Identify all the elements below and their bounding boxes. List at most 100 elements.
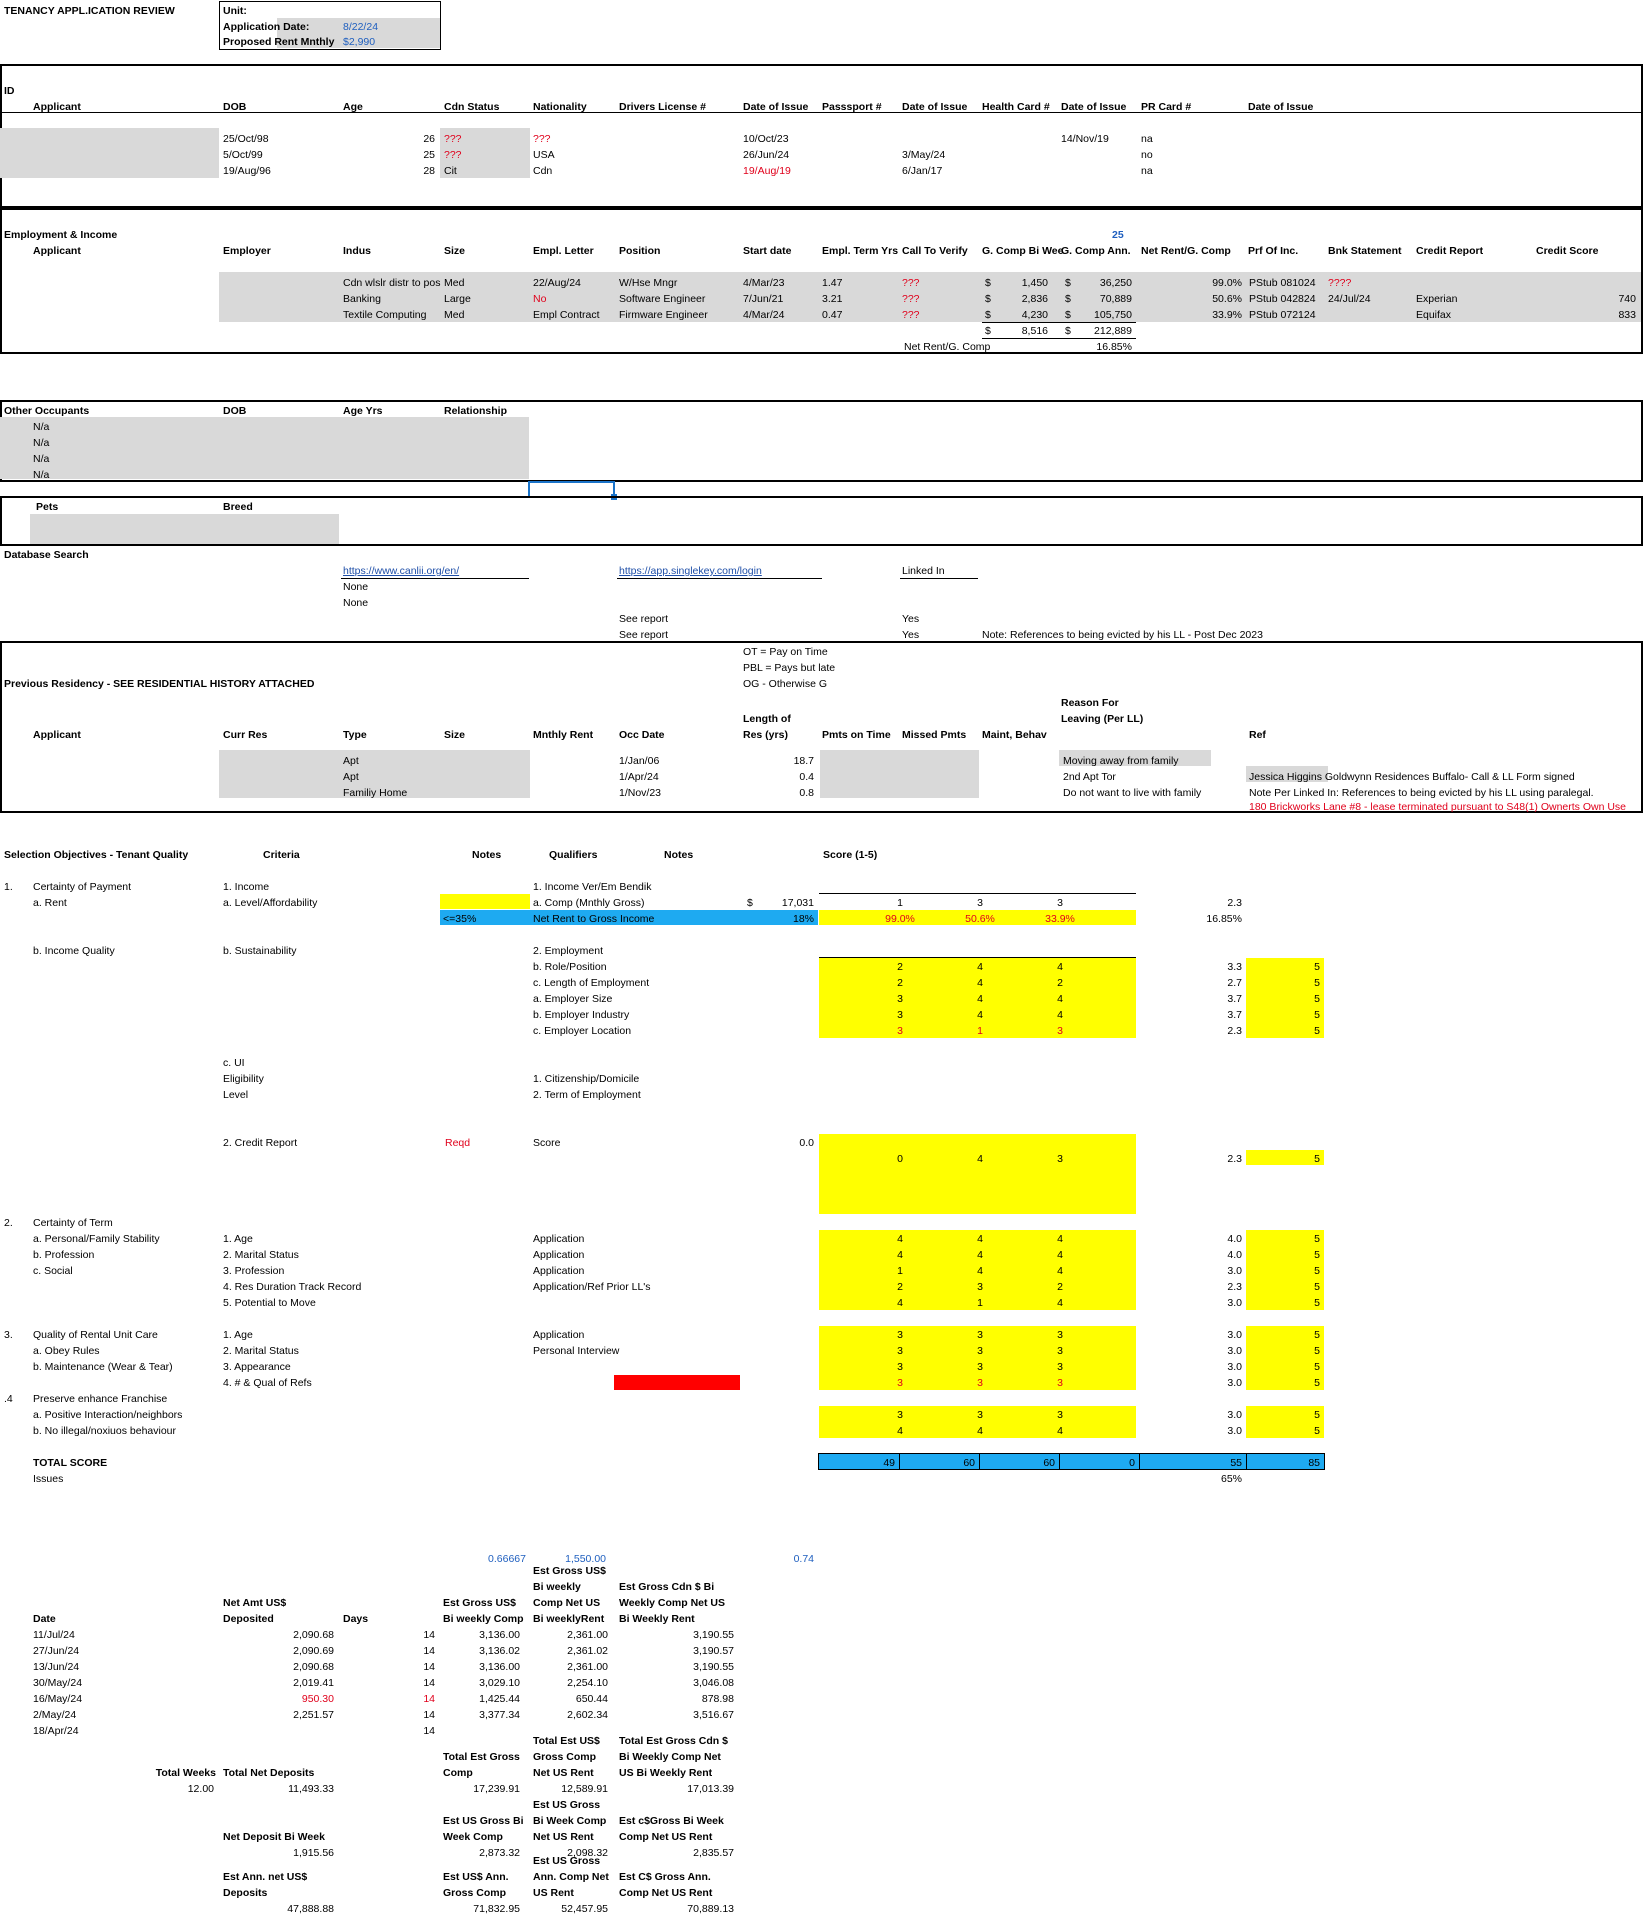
score-cell[interactable]: 4 <box>940 1423 1020 1439</box>
deposit-gross-cell[interactable]: 3,029.10 <box>440 1675 522 1691</box>
age-cell[interactable]: 25 <box>339 147 437 163</box>
score-cell[interactable]: 3 <box>860 1375 940 1391</box>
score-cell[interactable]: 3 <box>860 1359 940 1375</box>
deposit-cdn-cell[interactable]: 878.98 <box>614 1691 736 1707</box>
score-cell[interactable]: 4 <box>1020 1295 1100 1311</box>
deposit-gn-cell[interactable]: 2,361.02 <box>530 1643 610 1659</box>
score-cell[interactable]: 2 <box>860 975 940 991</box>
score-cell[interactable]: 3 <box>1020 1343 1100 1359</box>
credit-score-cell[interactable]: 833 <box>1534 307 1638 323</box>
deposit-date-cell[interactable]: 16/May/24 <box>31 1691 84 1707</box>
deposit-net-cell[interactable]: 2,090.68 <box>250 1627 336 1643</box>
total-pct[interactable]: 65% <box>1140 1471 1244 1487</box>
net-ratio-cell[interactable]: 99.0% <box>860 911 940 927</box>
term-cell[interactable]: 0.47 <box>820 307 844 323</box>
deposit-gn-cell[interactable]: 2,254.10 <box>530 1675 610 1691</box>
health-issue-cell[interactable]: 14/Nov/19 <box>1059 131 1111 147</box>
score-avg[interactable]: 2.3 <box>1140 1023 1244 1039</box>
score-avg[interactable]: 4.0 <box>1140 1231 1244 1247</box>
score-cell[interactable]: 4 <box>940 1231 1020 1247</box>
bank-cell[interactable]: 24/Jul/24 <box>1326 291 1373 307</box>
total-gn-value[interactable]: 12,589.91 <box>530 1781 610 1797</box>
total-deposits-value[interactable]: 11,493.33 <box>250 1781 336 1797</box>
deposit-net-cell[interactable]: 2,090.69 <box>250 1643 336 1659</box>
score-max[interactable]: 5 <box>1246 1375 1322 1391</box>
pr-cell[interactable]: na <box>1139 163 1155 179</box>
biweek-cell[interactable]: 4,230 <box>990 307 1050 323</box>
score-cell[interactable]: 2 <box>1020 1279 1100 1295</box>
total-score-cell[interactable]: 49 <box>819 1455 897 1471</box>
deposit-top-value[interactable]: 0.66667 <box>440 1551 528 1567</box>
indus-cell[interactable]: Banking <box>341 291 441 307</box>
deposit-gross-cell[interactable] <box>440 1723 522 1739</box>
res-type-cell[interactable]: Apt <box>341 769 361 785</box>
indus-cell[interactable]: Textile Computing <box>341 307 441 323</box>
proof-cell[interactable]: PStub 072124 <box>1247 307 1318 323</box>
score-cell[interactable]: 4 <box>1020 1423 1100 1439</box>
score-avg[interactable]: 3.0 <box>1140 1343 1244 1359</box>
total-score-cell[interactable]: 60 <box>899 1455 977 1471</box>
deposit-date-cell[interactable]: 27/Jun/24 <box>31 1643 81 1659</box>
status-cell[interactable]: ??? <box>442 131 464 147</box>
res-ref-cell[interactable]: Jessica Higgins Goldwynn Residences Buff… <box>1247 769 1577 785</box>
deposit-gn-cell[interactable] <box>530 1723 610 1739</box>
occupant-name[interactable]: N/a <box>31 419 51 435</box>
start-cell[interactable]: 4/Mar/23 <box>741 275 786 291</box>
proof-cell[interactable]: PStub 042824 <box>1247 291 1318 307</box>
deposit-gn-cell[interactable]: 2,602.34 <box>530 1707 610 1723</box>
annual-cell[interactable]: 105,750 <box>1070 307 1134 323</box>
health-issue-cell[interactable] <box>1059 163 1063 179</box>
position-cell[interactable]: Software Engineer <box>617 291 707 307</box>
deposit-gn-cell[interactable]: 650.44 <box>530 1691 610 1707</box>
score-max[interactable]: 5 <box>1246 1279 1322 1295</box>
score-cell[interactable]: 4 <box>860 1295 940 1311</box>
deposit-gross-cell[interactable]: 3,377.34 <box>440 1707 522 1723</box>
score-cell[interactable]: 4 <box>1020 959 1100 975</box>
score-cell[interactable]: 3 <box>860 1023 940 1039</box>
canlii-link[interactable]: https://www.canlii.org/en/ <box>341 563 461 579</box>
deposit-cdn-cell[interactable]: 3,516.67 <box>614 1707 736 1723</box>
proof-cell[interactable]: PStub 081024 <box>1247 275 1318 291</box>
nationality-cell[interactable]: ??? <box>531 131 553 147</box>
res-ref-cell[interactable] <box>1247 753 1251 769</box>
deposit-cdn-cell[interactable]: 3,046.08 <box>614 1675 736 1691</box>
score-cell[interactable]: 3 <box>1020 1407 1100 1423</box>
size-cell[interactable]: Large <box>442 291 473 307</box>
size-cell[interactable]: Med <box>442 307 466 323</box>
bank-cell[interactable] <box>1326 307 1330 323</box>
deposit-net-cell[interactable] <box>250 1723 336 1739</box>
score-cell[interactable]: 3 <box>860 1007 940 1023</box>
score-avg[interactable]: 3.7 <box>1140 991 1244 1007</box>
score-cell[interactable]: 4 <box>940 975 1020 991</box>
deposit-days-cell[interactable]: 14 <box>339 1691 437 1707</box>
nationality-cell[interactable]: Cdn <box>531 163 554 179</box>
score-cell[interactable]: 3 <box>940 1375 1020 1391</box>
ratio-cell[interactable]: 33.9% <box>1140 307 1244 323</box>
nationality-cell[interactable]: USA <box>531 147 557 163</box>
occupant-name[interactable]: N/a <box>31 451 51 467</box>
net-ratio-cell[interactable]: 50.6% <box>940 911 1020 927</box>
net-value[interactable]: 18% <box>750 911 816 927</box>
biweek-cell[interactable]: 1,450 <box>990 275 1050 291</box>
score-max[interactable]: 5 <box>1246 1423 1322 1439</box>
annual-gross-value[interactable]: 71,832.95 <box>440 1901 522 1917</box>
score-avg[interactable]: 3.0 <box>1140 1423 1244 1439</box>
dob-cell[interactable]: 25/Oct/98 <box>221 131 271 147</box>
score-avg[interactable]: 2.3 <box>1140 895 1244 911</box>
res-ref-cell[interactable]: Note Per Linked In: References to being … <box>1247 785 1596 801</box>
score-avg[interactable]: 3.0 <box>1140 1263 1244 1279</box>
deposit-date-cell[interactable]: 30/May/24 <box>31 1675 84 1691</box>
app-date-value[interactable]: 8/22/24 <box>341 19 380 35</box>
deposit-gn-cell[interactable]: 2,361.00 <box>530 1627 610 1643</box>
score-avg[interactable]: 3.0 <box>1140 1327 1244 1343</box>
score-cell[interactable]: 4 <box>940 1007 1020 1023</box>
credit-cell[interactable]: Equifax <box>1414 307 1453 323</box>
score-cell[interactable]: 4 <box>1020 1231 1100 1247</box>
credit-score-cell[interactable] <box>1534 275 1638 291</box>
score-cell[interactable]: 3 <box>1020 1023 1100 1039</box>
start-cell[interactable]: 4/Mar/24 <box>741 307 786 323</box>
score-cell[interactable]: 4 <box>860 1423 940 1439</box>
term-cell[interactable]: 3.21 <box>820 291 844 307</box>
score-max[interactable]: 5 <box>1246 1327 1322 1343</box>
deposit-gross-cell[interactable]: 3,136.00 <box>440 1659 522 1675</box>
